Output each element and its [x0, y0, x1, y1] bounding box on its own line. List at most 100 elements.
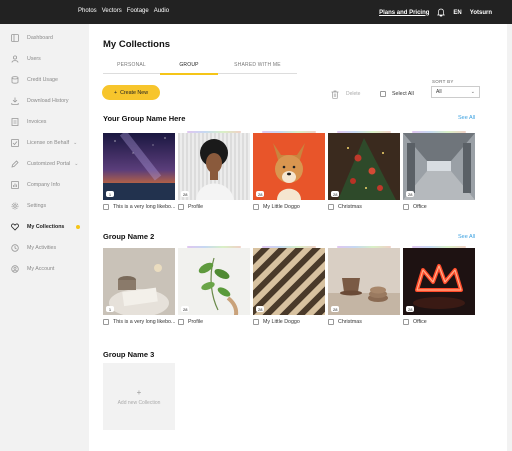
- collection-thumbnail[interactable]: [103, 133, 175, 200]
- user-menu[interactable]: Yotsurn: [470, 10, 492, 16]
- top-right-controls: Plans and Pricing EN Yotsurn: [379, 8, 492, 17]
- sidebar-item-settings[interactable]: Settings: [11, 201, 46, 211]
- page-title: My Collections: [103, 39, 171, 50]
- item-count-badge: 28: [256, 306, 265, 312]
- group-title: Your Group Name Here: [103, 114, 186, 123]
- license-icon: [11, 139, 19, 147]
- item-count-badge: 28: [181, 306, 190, 312]
- pen-icon: [11, 160, 19, 168]
- page-edge: [507, 24, 512, 451]
- item-count-badge: 28: [256, 191, 265, 197]
- tab-group[interactable]: GROUP: [160, 62, 218, 68]
- dashboard-icon: [11, 34, 19, 42]
- sidebar-item-label: Download History: [27, 98, 69, 104]
- sidebar-item-label: Users: [27, 56, 41, 62]
- sort-by-select[interactable]: All ⌄: [431, 86, 480, 98]
- sidebar-item-label: Credit Usage: [27, 77, 58, 83]
- collection-thumbnail[interactable]: [178, 248, 250, 315]
- chevron-down-icon[interactable]: ⌄: [73, 140, 77, 146]
- chevron-down-icon: ⌄: [470, 89, 475, 95]
- account-icon: [11, 265, 19, 273]
- gear-icon: [11, 202, 19, 210]
- sidebar-item-users[interactable]: Users: [11, 54, 41, 64]
- collection-checkbox[interactable]: [328, 319, 334, 325]
- see-all-link[interactable]: See All: [458, 234, 475, 240]
- collection-name: My Little Doggo: [263, 319, 300, 325]
- sidebar: Dashboard Users Credit Usage Download Hi…: [0, 24, 89, 451]
- database-icon: [11, 76, 19, 84]
- chart-icon: [11, 181, 19, 189]
- add-new-collection-button[interactable]: + Add new Collection: [103, 363, 175, 430]
- sort-by-value: All: [436, 89, 442, 95]
- collection-name: This is a very long likebo...: [113, 204, 176, 210]
- sidebar-item-label: Settings: [27, 203, 47, 209]
- nav-audio[interactable]: Audio: [154, 8, 169, 14]
- collection-thumbnail[interactable]: [403, 248, 475, 315]
- sidebar-item-license-on-behalf[interactable]: License on Behalf ⌄: [11, 138, 77, 148]
- plus-icon: +: [113, 89, 118, 96]
- collection-thumbnail[interactable]: [328, 133, 400, 200]
- sidebar-item-dashboard[interactable]: Dashboard: [11, 33, 53, 43]
- nav-vectors[interactable]: Vectors: [102, 8, 122, 14]
- chevron-down-icon[interactable]: ⌄: [74, 161, 78, 167]
- collection-name: Christmas: [338, 204, 362, 210]
- plans-link[interactable]: Plans and Pricing: [379, 10, 429, 16]
- collection-thumbnail[interactable]: [103, 248, 175, 315]
- see-all-link[interactable]: See All: [458, 115, 475, 121]
- activity-icon: [11, 244, 19, 252]
- group-title: Group Name 2: [103, 232, 155, 241]
- item-count-badge: 28: [331, 191, 340, 197]
- tab-shared-with-me[interactable]: SHARED WITH ME: [218, 62, 297, 68]
- nav-footage[interactable]: Footage: [127, 8, 149, 14]
- sidebar-item-invoices[interactable]: Invoices: [11, 117, 46, 127]
- collection-checkbox[interactable]: [178, 204, 184, 210]
- collection-checkbox[interactable]: [253, 319, 259, 325]
- sidebar-item-label: Customized Portal: [27, 161, 71, 167]
- sidebar-item-company-info[interactable]: Company Info: [11, 180, 60, 190]
- sidebar-item-label: Dashboard: [27, 35, 53, 41]
- invoice-icon: [11, 118, 19, 126]
- collection-name: This is a very long likebo...: [113, 319, 176, 325]
- collection-name: My Little Doggo: [263, 204, 300, 210]
- sidebar-item-my-collections[interactable]: My Collections: [11, 222, 81, 232]
- create-new-label: Create New: [120, 89, 149, 96]
- delete-button[interactable]: Delete: [346, 91, 360, 97]
- collection-thumbnail[interactable]: [403, 133, 475, 200]
- collection-name: Christmas: [338, 319, 362, 325]
- tab-personal[interactable]: PERSONAL: [103, 62, 160, 68]
- nav-photos[interactable]: Photos: [78, 8, 97, 14]
- collection-thumbnail[interactable]: [253, 133, 325, 200]
- trash-icon[interactable]: [331, 90, 339, 99]
- collection-checkbox[interactable]: [403, 204, 409, 210]
- sidebar-item-credit-usage[interactable]: Credit Usage: [11, 75, 58, 85]
- heart-icon: [11, 223, 19, 231]
- sidebar-item-label: License on Behalf: [27, 140, 70, 146]
- collection-name: Profile: [188, 319, 204, 325]
- sidebar-item-my-activities[interactable]: My Activities: [11, 243, 56, 253]
- collection-checkbox[interactable]: [103, 319, 109, 325]
- collection-checkbox[interactable]: [178, 319, 184, 325]
- collection-thumbnail[interactable]: [328, 248, 400, 315]
- create-new-button[interactable]: + Create New: [102, 85, 160, 100]
- sidebar-item-my-account[interactable]: My Account: [11, 264, 54, 274]
- select-all-checkbox[interactable]: [380, 91, 386, 97]
- language-selector[interactable]: EN: [453, 10, 461, 16]
- item-count-badge: 28: [181, 191, 190, 197]
- sidebar-item-label: My Collections: [27, 224, 65, 230]
- item-count-badge: 1: [106, 306, 114, 312]
- collection-checkbox[interactable]: [328, 204, 334, 210]
- collection-tabs: PERSONAL GROUP SHARED WITH ME: [103, 62, 297, 75]
- collection-checkbox[interactable]: [403, 319, 409, 325]
- plus-icon: +: [136, 387, 142, 397]
- bell-icon[interactable]: [437, 8, 446, 17]
- collection-checkbox[interactable]: [103, 204, 109, 210]
- sidebar-item-customized-portal[interactable]: Customized Portal ⌄: [11, 159, 78, 169]
- add-new-collection-label: Add new Collection: [117, 399, 161, 406]
- collection-thumbnail[interactable]: [178, 133, 250, 200]
- sidebar-item-download-history[interactable]: Download History: [11, 96, 69, 106]
- top-nav: Photos Vectors Footage Audio: [78, 8, 169, 14]
- collection-checkbox[interactable]: [253, 204, 259, 210]
- item-count-badge: 28: [331, 306, 340, 312]
- sort-by-label: SORT BY: [432, 79, 454, 84]
- collection-thumbnail[interactable]: [253, 248, 325, 315]
